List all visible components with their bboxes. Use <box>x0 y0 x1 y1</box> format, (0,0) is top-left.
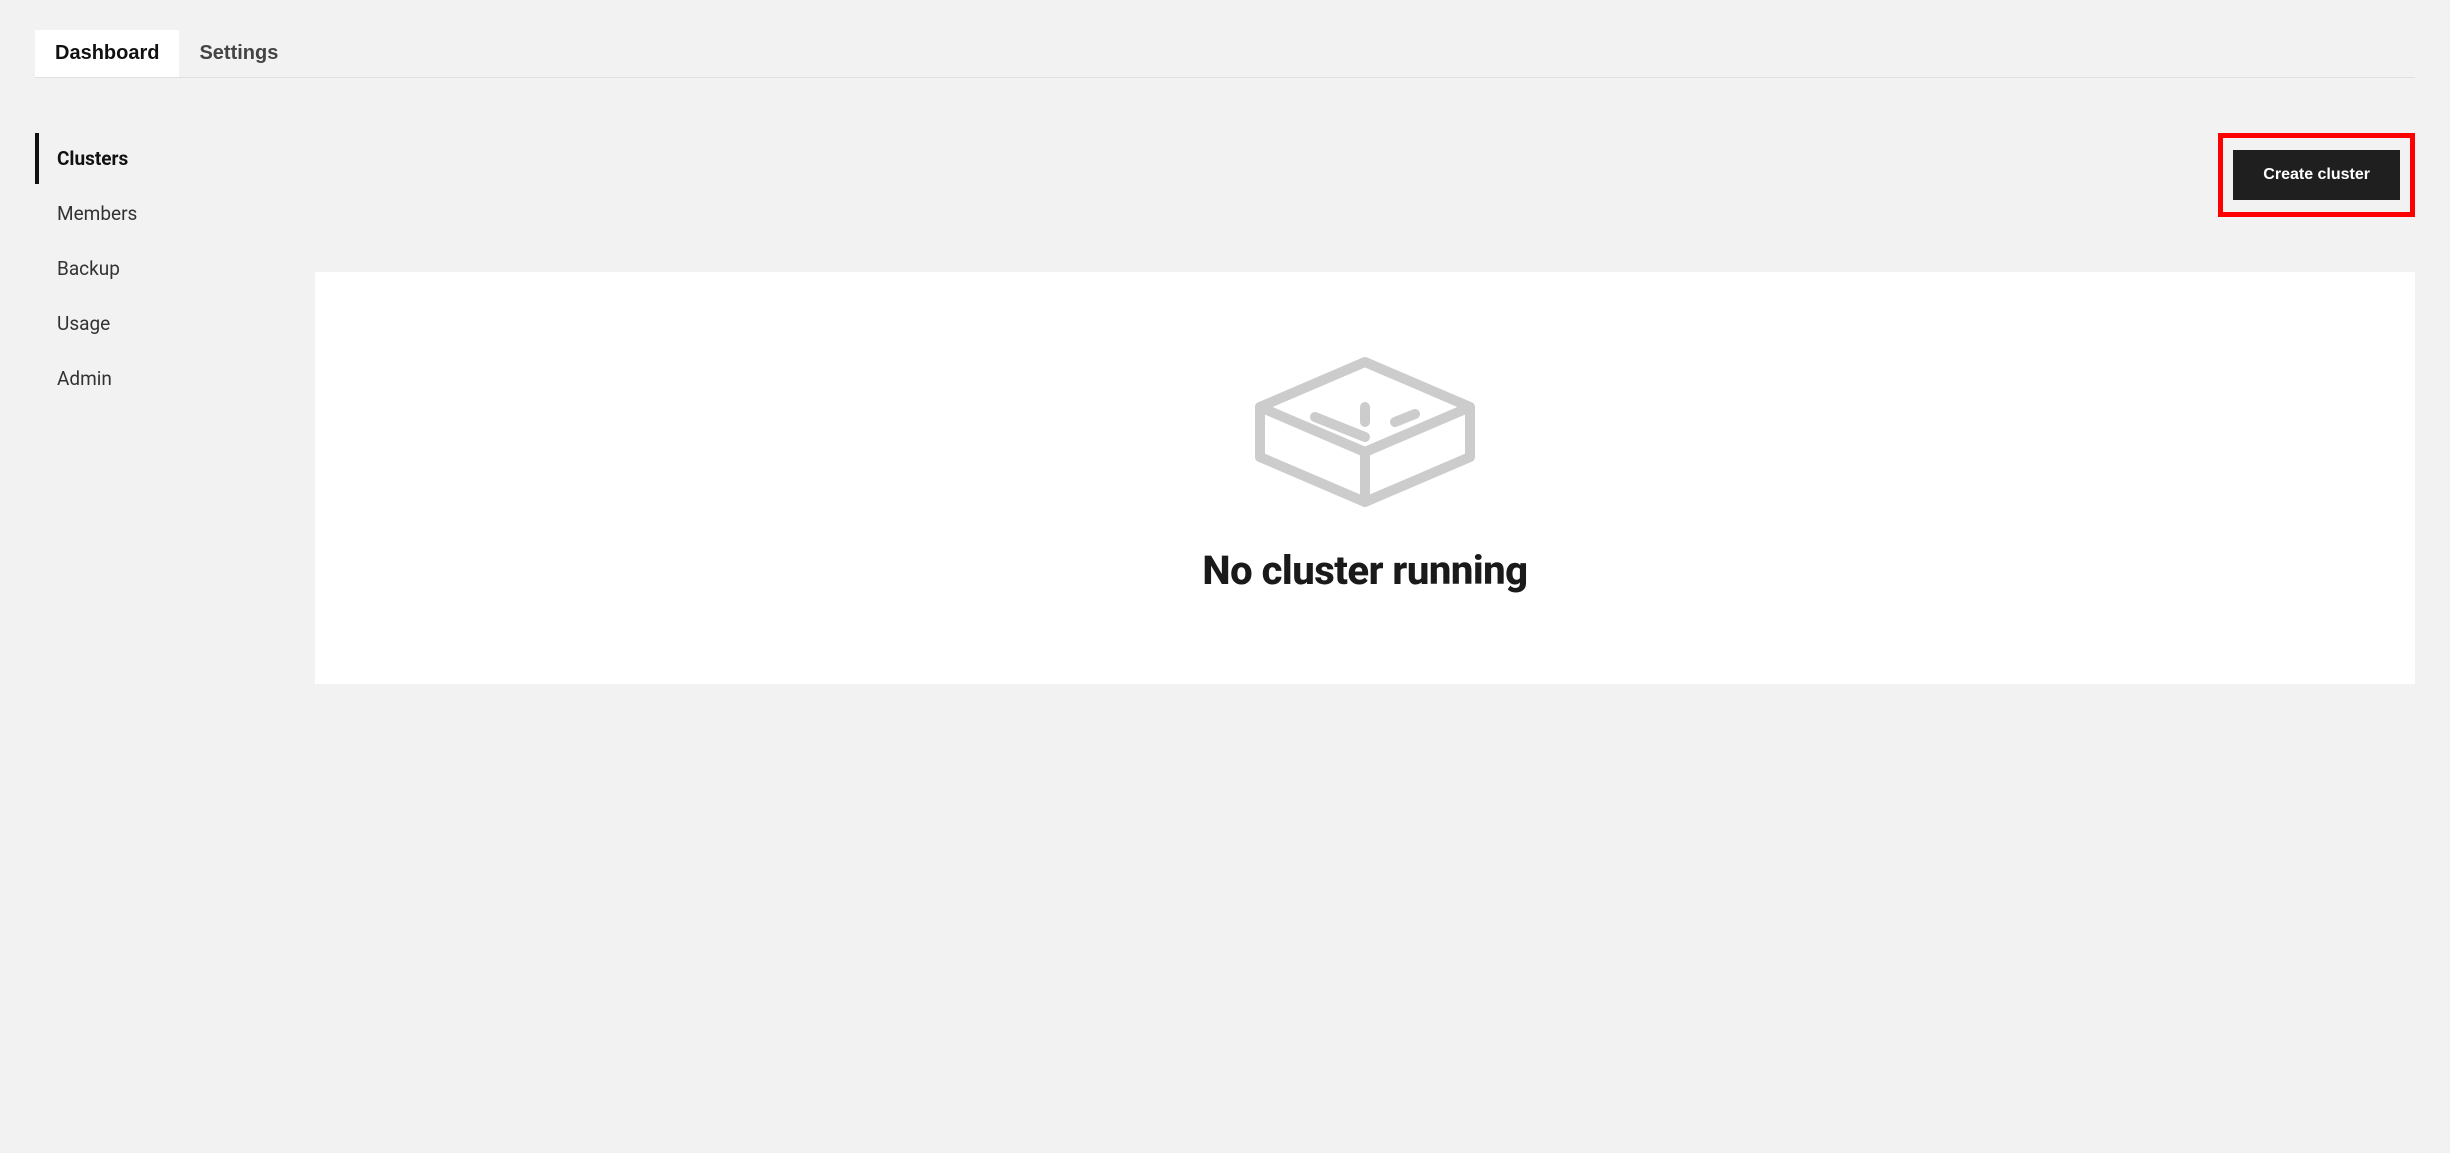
main-content: Create cluster <box>285 133 2415 684</box>
create-cluster-button-label: Create cluster <box>2263 166 2370 183</box>
action-bar: Create cluster <box>315 133 2415 217</box>
tab-settings-label: Settings <box>199 42 278 64</box>
empty-box-icon <box>355 352 2375 507</box>
sidebar-item-label: Backup <box>57 257 120 280</box>
content-row: Clusters Members Backup Usage Admin Crea… <box>35 133 2415 684</box>
tab-dashboard-label: Dashboard <box>55 42 159 64</box>
sidebar-item-label: Admin <box>57 367 112 390</box>
page-container: Dashboard Settings Clusters Members Back… <box>0 0 2450 714</box>
sidebar-item-label: Members <box>57 202 137 225</box>
sidebar-item-label: Usage <box>57 312 110 335</box>
sidebar: Clusters Members Backup Usage Admin <box>35 133 285 408</box>
sidebar-item-usage[interactable]: Usage <box>35 298 285 349</box>
empty-state-card: No cluster running <box>315 272 2415 684</box>
create-cluster-button[interactable]: Create cluster <box>2233 150 2400 200</box>
sidebar-item-label: Clusters <box>57 147 128 170</box>
tab-dashboard[interactable]: Dashboard <box>35 30 179 77</box>
tab-settings[interactable]: Settings <box>179 30 298 77</box>
sidebar-item-backup[interactable]: Backup <box>35 243 285 294</box>
sidebar-item-clusters[interactable]: Clusters <box>35 133 285 184</box>
top-tabs: Dashboard Settings <box>35 30 2415 78</box>
annotation-highlight: Create cluster <box>2218 133 2415 217</box>
empty-state-title: No cluster running <box>355 547 2375 594</box>
sidebar-item-admin[interactable]: Admin <box>35 353 285 404</box>
sidebar-item-members[interactable]: Members <box>35 188 285 239</box>
